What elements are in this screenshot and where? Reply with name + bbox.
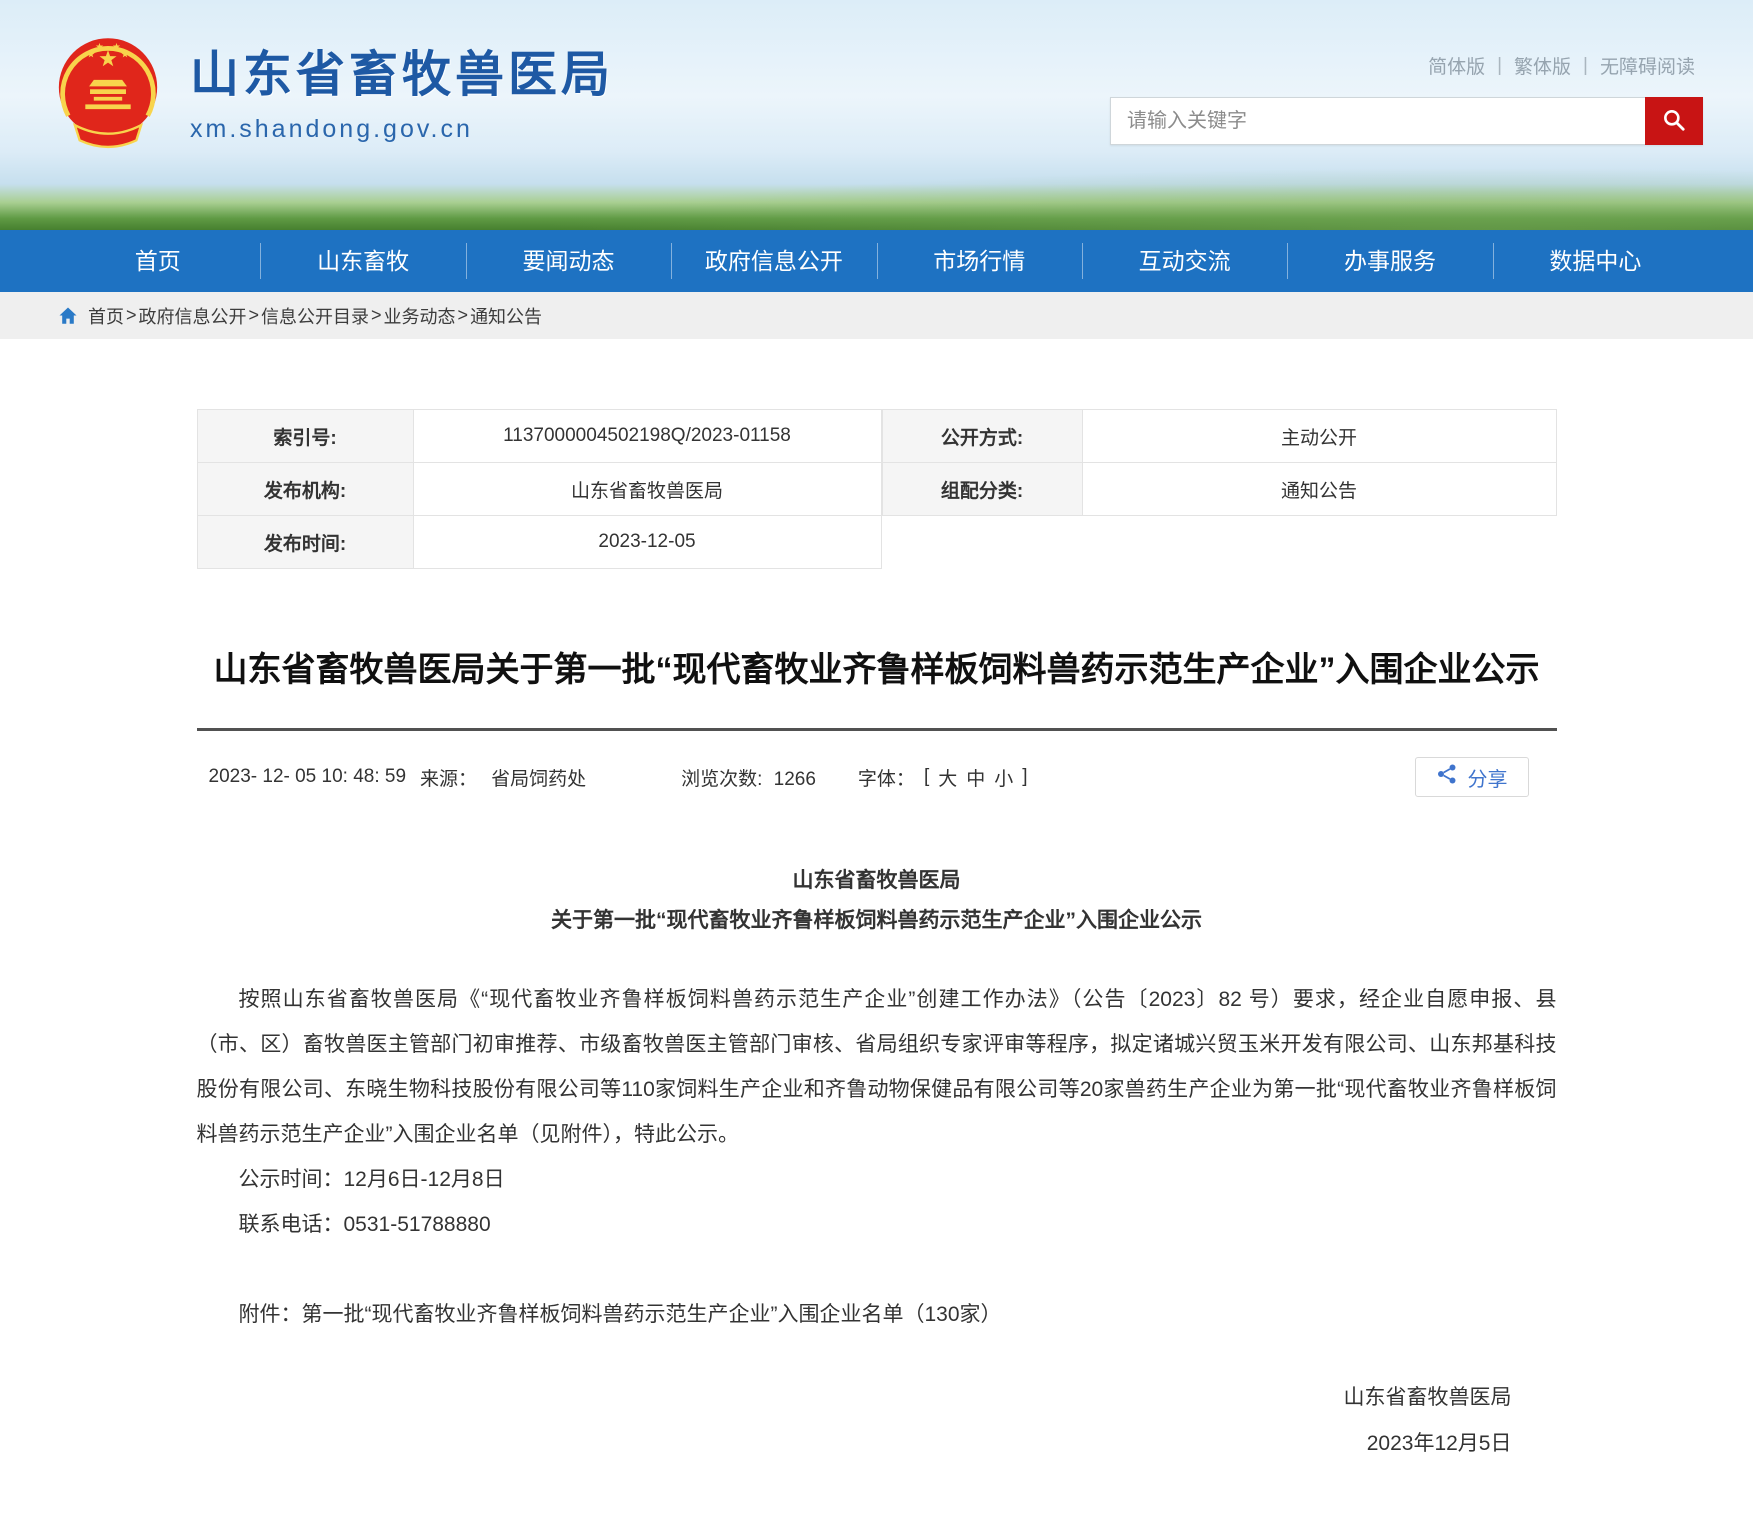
notice-period-line: 公示时间：12月6日-12月8日	[197, 1157, 1557, 1202]
site-logo-area[interactable]: 山东省畜牧兽医局 xm.shandong.gov.cn	[56, 34, 614, 159]
search-icon	[1661, 107, 1687, 136]
category-value: 通知公告	[1082, 463, 1556, 516]
nav-item-interaction[interactable]: 互动交流	[1082, 230, 1287, 292]
nav-item-services[interactable]: 办事服务	[1287, 230, 1492, 292]
publish-timestamp: 2023- 12- 05 10: 48: 59	[209, 766, 407, 788]
search-button[interactable]	[1645, 97, 1703, 145]
font-size-medium[interactable]: 中	[966, 764, 985, 791]
category-label: 组配分类:	[882, 463, 1082, 516]
views-label: 浏览次数:	[681, 769, 762, 790]
share-icon	[1436, 763, 1458, 791]
body-heading-subject: 关于第一批“现代畜牧业齐鲁样板饲料兽药示范生产企业”入围企业公示	[197, 901, 1557, 941]
nav-item-gov-info-disclosure[interactable]: 政府信息公开	[671, 230, 876, 292]
nav-item-market[interactable]: 市场行情	[877, 230, 1082, 292]
link-accessibility[interactable]: 无障碍阅读	[1600, 52, 1695, 79]
publish-org-value: 山东省畜牧兽医局	[413, 463, 881, 516]
nav-item-news[interactable]: 要闻动态	[466, 230, 671, 292]
site-header: 山东省畜牧兽医局 xm.shandong.gov.cn 简体版 | 繁体版 | …	[0, 0, 1753, 230]
signature-org: 山东省畜牧兽医局	[197, 1375, 1512, 1421]
disclosure-method-value: 主动公开	[1082, 410, 1556, 463]
views-count: 1266	[774, 769, 816, 790]
font-size-bracket: [	[924, 766, 929, 788]
source-value: 省局饲药处	[491, 764, 586, 791]
nav-item-shandong-animal-husbandry[interactable]: 山东畜牧	[260, 230, 465, 292]
link-divider: |	[1583, 55, 1588, 77]
search-input[interactable]	[1110, 97, 1645, 145]
disclosure-method-label: 公开方式:	[882, 410, 1082, 463]
contact-phone-line: 联系电话：0531-51788880	[197, 1202, 1557, 1247]
font-size-label: 字体：	[858, 764, 915, 791]
link-traditional-chinese[interactable]: 繁体版	[1514, 52, 1571, 79]
font-size-selector: 字体： [ 大 中 小 ]	[858, 764, 1028, 791]
breadcrumb-info-catalog[interactable]: 信息公开目录	[261, 303, 369, 329]
publish-org-label: 发布机构:	[197, 463, 413, 516]
nav-item-home[interactable]: 首页	[55, 230, 260, 292]
body-heading-org: 山东省畜牧兽医局	[197, 861, 1557, 901]
breadcrumb-business-news[interactable]: 业务动态	[384, 303, 456, 329]
page-title: 山东省畜牧兽医局关于第一批“现代畜牧业齐鲁样板饲料兽药示范生产企业”入围企业公示	[197, 643, 1557, 731]
font-size-large[interactable]: 大	[938, 764, 957, 791]
main-nav: 首页 山东畜牧 要闻动态 政府信息公开 市场行情 互动交流 办事服务 数据中心	[0, 230, 1753, 292]
link-divider: |	[1497, 55, 1502, 77]
top-utility-links: 简体版 | 繁体版 | 无障碍阅读	[1428, 52, 1695, 79]
publish-date-value: 2023-12-05	[413, 516, 881, 569]
article-body: 山东省畜牧兽医局 关于第一批“现代畜牧业齐鲁样板饲料兽药示范生产企业”入围企业公…	[197, 861, 1557, 1467]
breadcrumb-gov-info[interactable]: 政府信息公开	[139, 303, 247, 329]
share-button[interactable]: 分享	[1415, 757, 1529, 797]
index-number-label: 索引号:	[197, 410, 413, 463]
national-emblem-logo	[56, 34, 160, 159]
breadcrumb-separator: >	[458, 305, 469, 326]
body-paragraph: 按照山东省畜牧兽医局《“现代畜牧业齐鲁样板饲料兽药示范生产企业”创建工作办法》（…	[197, 977, 1557, 1157]
font-size-small[interactable]: 小	[994, 764, 1013, 791]
publish-date-label: 发布时间:	[197, 516, 413, 569]
article-meta-bar: 2023- 12- 05 10: 48: 59 来源： 省局饲药处 浏览次数: …	[197, 757, 1557, 797]
signature-block: 山东省畜牧兽医局 2023年12月5日	[197, 1375, 1557, 1467]
share-label: 分享	[1468, 763, 1508, 792]
document-info-table: 索引号: 1137000004502198Q/2023-01158 发布机构: …	[197, 409, 1557, 569]
site-url: xm.shandong.gov.cn	[190, 115, 614, 144]
breadcrumb-separator: >	[249, 305, 260, 326]
home-icon	[58, 306, 78, 326]
attachment-link[interactable]: 附件：第一批“现代畜牧业齐鲁样板饲料兽药示范生产企业”入围企业名单（130家）	[197, 1292, 1557, 1337]
nav-item-data-center[interactable]: 数据中心	[1493, 230, 1698, 292]
font-size-bracket: ]	[1022, 766, 1027, 788]
signature-date: 2023年12月5日	[197, 1421, 1512, 1467]
site-title: 山东省畜牧兽医局	[190, 49, 614, 103]
breadcrumb-separator: >	[371, 305, 382, 326]
source-label: 来源：	[420, 764, 477, 791]
breadcrumb-separator: >	[126, 305, 137, 326]
index-number-value: 1137000004502198Q/2023-01158	[413, 410, 881, 463]
link-simplified-chinese[interactable]: 简体版	[1428, 52, 1485, 79]
search-bar	[1110, 97, 1703, 145]
article-page: 索引号: 1137000004502198Q/2023-01158 发布机构: …	[197, 409, 1557, 1467]
breadcrumb: 首页 > 政府信息公开 > 信息公开目录 > 业务动态 > 通知公告	[0, 292, 1753, 339]
breadcrumb-notices[interactable]: 通知公告	[470, 303, 542, 329]
breadcrumb-home[interactable]: 首页	[88, 303, 124, 329]
